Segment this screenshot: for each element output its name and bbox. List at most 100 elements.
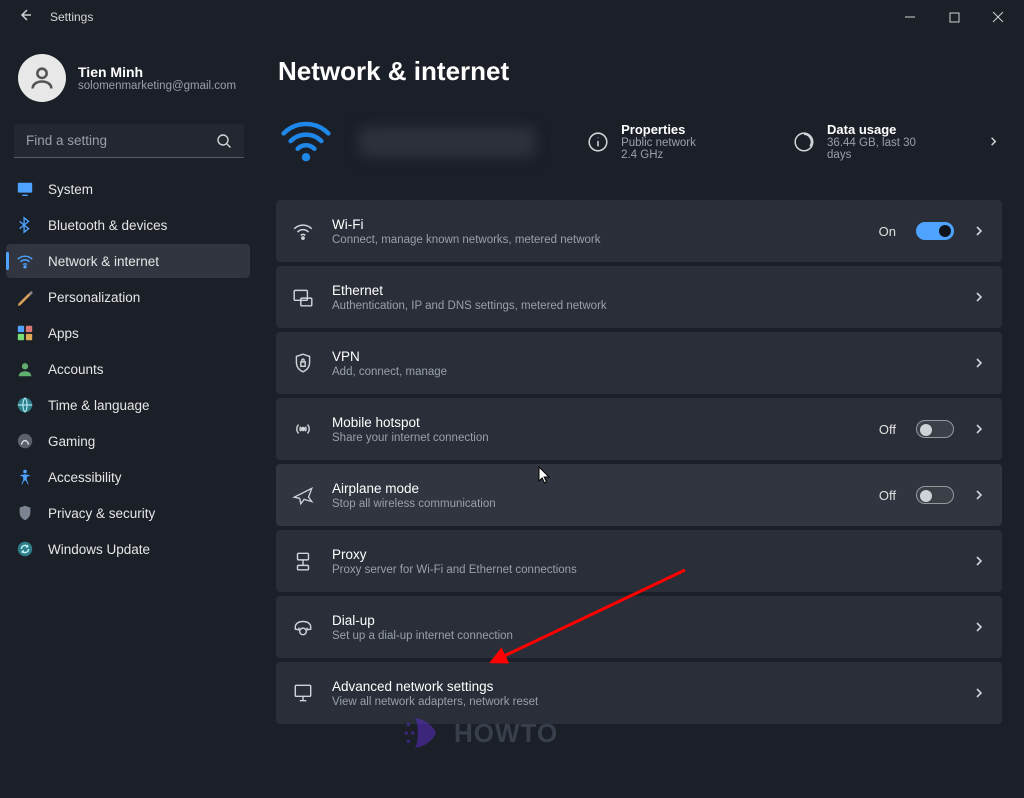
properties-sub1: Public network [621,137,696,149]
airplane-toggle[interactable] [916,486,954,504]
watermark: HOWTO [400,712,558,754]
chevron-right-icon [972,422,986,436]
chevron-right-icon [972,224,986,238]
data-usage-tile[interactable]: Data usage 36.44 GB, last 30 days [793,122,943,161]
row-subtitle: Proxy server for Wi-Fi and Ethernet conn… [332,564,954,576]
search-input[interactable] [26,133,216,148]
row-advanced[interactable]: Advanced network settingsView all networ… [276,662,1002,724]
properties-label: Properties [621,122,696,137]
user-card[interactable]: Tien Minh solomenmarketing@gmail.com [0,42,258,120]
apps-icon [16,324,34,342]
chevron-right-icon [972,554,986,568]
data-usage-label: Data usage [827,122,943,137]
shield-lock-icon [292,352,314,374]
sidebar-item-label: Gaming [48,434,95,449]
row-vpn[interactable]: VPN Add, connect, manage [276,332,1002,394]
sidebar-item-gaming[interactable]: Gaming [6,424,250,458]
properties-sub2: 2.4 GHz [621,149,696,161]
bluetooth-icon [16,216,34,234]
info-icon [587,131,609,153]
search-box[interactable] [14,124,244,158]
sidebar-item-personalization[interactable]: Personalization [6,280,250,314]
sidebar-item-label: Windows Update [48,542,150,557]
sidebar-item-label: Personalization [48,290,140,305]
personalization-icon [16,288,34,306]
main-content: Network & internet Properties Public net… [258,34,1024,798]
sidebar-item-label: Bluetooth & devices [48,218,167,233]
hotspot-icon [292,418,314,440]
network-hero: Properties Public network 2.4 GHz Data u… [276,105,1002,200]
sidebar-item-network[interactable]: Network & internet [6,244,250,278]
sidebar-item-time-language[interactable]: Time & language [6,388,250,422]
search-icon [216,133,232,149]
sidebar-item-label: Accessibility [48,470,122,485]
proxy-icon [292,550,314,572]
row-title: Airplane mode [332,481,861,496]
row-wifi[interactable]: Wi-FiConnect, manage known networks, met… [276,200,1002,262]
sidebar-item-label: Privacy & security [48,506,155,521]
row-title: Wi-Fi [332,217,861,232]
row-title: Dial-up [332,613,954,628]
maximize-button[interactable] [932,1,976,33]
row-airplane[interactable]: Airplane mode Stop all wireless communica… [276,464,1002,526]
sidebar-item-label: Accounts [48,362,104,377]
sidebar-item-label: Apps [48,326,79,341]
accounts-icon [16,360,34,378]
row-subtitle: Stop all wireless communication [332,498,861,510]
sidebar: Tien Minh solomenmarketing@gmail.com Sys… [0,34,258,798]
hotspot-state: Off [879,422,896,437]
ssid-redacted [360,127,535,157]
update-icon [16,540,34,558]
wifi-state: On [879,224,896,239]
chevron-right-icon [987,135,1000,149]
user-name: Tien Minh [78,64,236,80]
settings-list: Wi-FiConnect, manage known networks, met… [276,200,1002,724]
wifi-icon [292,220,314,242]
row-ethernet[interactable]: Ethernet Authentication, IP and DNS setti… [276,266,1002,328]
gaming-icon [16,432,34,450]
user-avatar-icon [18,54,66,102]
wifi-toggle[interactable] [916,222,954,240]
row-title: VPN [332,349,954,364]
row-title: Mobile hotspot [332,415,861,430]
minimize-button[interactable] [888,1,932,33]
row-title: Proxy [332,547,954,562]
globe-icon [16,396,34,414]
sidebar-item-bluetooth[interactable]: Bluetooth & devices [6,208,250,242]
advanced-network-icon [292,682,314,704]
sidebar-item-accessibility[interactable]: Accessibility [6,460,250,494]
sidebar-item-update[interactable]: Windows Update [6,532,250,566]
sidebar-item-privacy[interactable]: Privacy & security [6,496,250,530]
row-hotspot[interactable]: Mobile hotspot Share your internet connec… [276,398,1002,460]
chevron-right-icon [972,356,986,370]
chevron-right-icon [972,290,986,304]
sidebar-item-system[interactable]: System [6,172,250,206]
row-subtitle: Authentication, IP and DNS settings, met… [332,300,954,312]
sidebar-item-apps[interactable]: Apps [6,316,250,350]
row-subtitle: Add, connect, manage [332,366,954,378]
hotspot-toggle[interactable] [916,420,954,438]
chevron-right-icon [972,686,986,700]
user-email: solomenmarketing@gmail.com [78,80,236,92]
watermark-logo-icon [400,712,442,754]
back-button[interactable] [18,7,34,28]
connected-wifi-icon [278,111,334,172]
properties-tile[interactable]: Properties Public network 2.4 GHz [587,122,737,161]
row-subtitle: View all network adapters, network reset [332,696,954,708]
row-title: Ethernet [332,283,954,298]
accessibility-icon [16,468,34,486]
close-button[interactable] [976,1,1020,33]
sidebar-item-accounts[interactable]: Accounts [6,352,250,386]
airplane-icon [292,484,314,506]
page-title: Network & internet [278,56,1002,87]
titlebar: Settings [0,0,1024,34]
row-subtitle: Set up a dial-up internet connection [332,630,954,642]
sidebar-item-label: Network & internet [48,254,159,269]
row-proxy[interactable]: Proxy Proxy server for Wi-Fi and Ethernet… [276,530,1002,592]
system-icon [16,180,34,198]
row-subtitle: Share your internet connection [332,432,861,444]
row-dialup[interactable]: Dial-up Set up a dial-up internet connect… [276,596,1002,658]
data-usage-sub: 36.44 GB, last 30 days [827,137,943,161]
chevron-right-icon [972,620,986,634]
ethernet-icon [292,286,314,308]
